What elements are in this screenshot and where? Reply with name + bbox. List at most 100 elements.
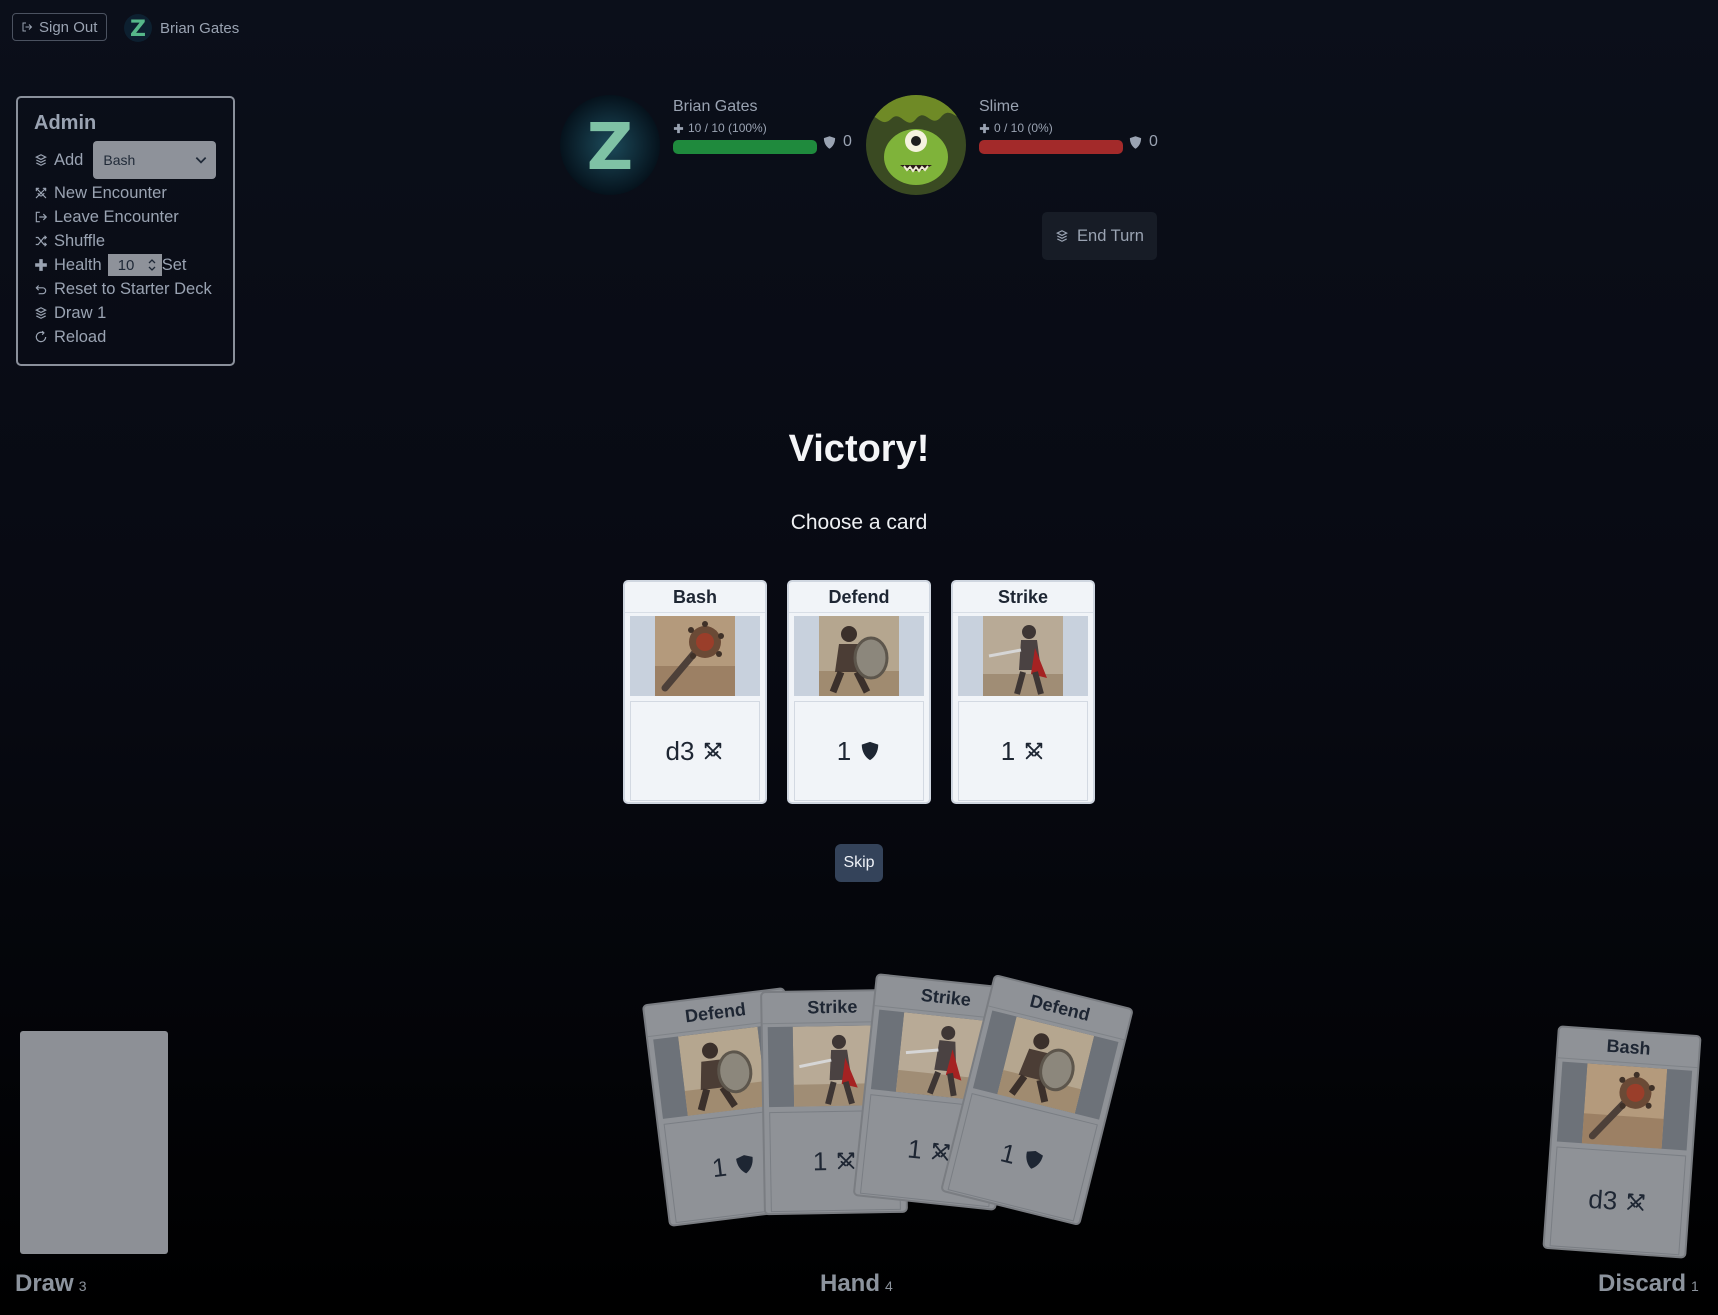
reload-icon [35,330,47,343]
swords-icon [835,1150,857,1172]
discard-pile-count: 1 [1691,1278,1699,1294]
card-value: 1 [997,1136,1019,1170]
swords-icon [34,186,48,200]
shuffle-button[interactable]: Shuffle [34,229,217,253]
shield-icon [733,1152,758,1177]
discard-pile-label: Discard 1 [1598,1270,1699,1298]
card-value: 1 [1000,735,1016,766]
shield-icon [1020,1147,1047,1174]
player-portrait: Z [560,95,660,195]
shield-icon [1128,135,1143,150]
set-health-button[interactable]: Set [162,256,187,275]
health-input[interactable]: 10 [107,254,162,276]
discard-pile-title: Discard [1598,1270,1687,1297]
player-hp-text: 10 / 10 (100%) [688,121,767,135]
add-card-select[interactable]: Bash [93,141,217,179]
swords-icon [1023,740,1045,762]
add-card-select-value: Bash [103,152,136,168]
undo-icon [35,285,47,295]
admin-title: Admin [34,112,97,134]
draw-one-button[interactable]: Draw 1 [34,301,217,325]
card-value: d3 [665,735,695,766]
card-art [958,616,1088,696]
player-name: Brian Gates [673,98,758,115]
draw-pile-label: Draw 3 [15,1270,86,1298]
svg-text:Z: Z [130,17,146,42]
draw-pile-title: Draw [15,1270,74,1297]
chevron-down-icon [196,157,207,164]
card-art [1556,1061,1693,1151]
admin-panel: Admin Add Bash New Encounter Leave Encou… [16,96,235,366]
user-menu[interactable]: Z Brian Gates [124,14,239,42]
enemy-stats: Slime 0 / 10 (0%) [979,98,1123,154]
cards-icon [34,153,48,167]
player-block: 0 [822,133,852,151]
card-effect: 1 [794,701,924,801]
card-title: Defend [789,582,929,613]
enemy-hp: 0 / 10 (0%) [979,121,1123,135]
new-encounter-button[interactable]: New Encounter [34,181,217,205]
shield-icon [822,135,837,150]
new-encounter-label: New Encounter [54,183,167,202]
enemy-block-value: 0 [1149,133,1158,150]
enemy-portrait[interactable] [866,95,966,195]
card-value: 1 [812,1145,828,1176]
swords-icon [1625,1190,1648,1213]
draw-pile[interactable] [20,1031,168,1254]
end-turn-button[interactable]: End Turn [1042,212,1157,260]
card-effect: 1 [958,701,1088,801]
card-art [794,616,924,696]
card-value: 1 [710,1151,729,1183]
discard-top-card[interactable]: Bash d3 [1542,1025,1702,1259]
exit-icon [35,211,48,223]
reset-deck-label: Reset to Starter Deck [54,279,212,298]
skip-button[interactable]: Skip [835,844,883,882]
plus-icon [673,123,684,134]
hand-label: Hand 4 [820,1270,893,1298]
enemy-hp-text: 0 / 10 (0%) [994,121,1053,135]
admin-add-row: Add Bash [34,139,217,181]
health-row: Health 10 Set [34,253,217,277]
shuffle-label: Shuffle [54,231,106,250]
health-input-value: 10 [117,256,135,274]
health-label: Health [54,255,102,274]
enemy-health-bar [979,140,1123,154]
user-avatar: Z [124,14,152,42]
svg-text:Z: Z [587,111,633,185]
plus-icon [979,123,990,134]
reset-deck-button[interactable]: Reset to Starter Deck [34,277,217,301]
reload-label: Reload [54,327,107,346]
choose-card-prompt: Choose a card [790,511,928,534]
user-name: Brian Gates [160,19,240,37]
swords-icon [702,740,724,762]
cards-icon [34,306,48,320]
draw-one-label: Draw 1 [54,303,107,322]
player-stats: Brian Gates 10 / 10 (100%) [673,98,817,154]
leave-encounter-label: Leave Encounter [54,207,179,226]
enemy-name: Slime [979,98,1020,115]
player-hp: 10 / 10 (100%) [673,121,817,135]
add-card-button[interactable]: Add [54,151,83,170]
card-title: Strike [953,582,1093,613]
card-effect: d3 [1549,1146,1687,1256]
reward-card-defend[interactable]: Defend 1 [787,580,931,804]
sign-out-icon [22,22,33,32]
card-title: Bash [625,582,765,613]
sign-out-label: Sign Out [39,18,98,36]
stepper-icon[interactable] [145,258,159,272]
card-value: 1 [906,1132,924,1165]
end-turn-label: End Turn [1077,226,1144,245]
reload-button[interactable]: Reload [34,325,217,349]
card-value: 1 [836,735,852,766]
player-health-bar [673,140,817,154]
shuffle-icon [35,235,48,247]
reward-card-bash[interactable]: Bash d3 [623,580,767,804]
enemy-block: 0 [1128,133,1158,151]
sign-out-button[interactable]: Sign Out [12,13,108,41]
health-bar-fill [673,140,817,154]
leave-encounter-button[interactable]: Leave Encounter [34,205,217,229]
reward-card-strike[interactable]: Strike 1 [951,580,1095,804]
hand-count: 4 [885,1278,893,1294]
hand-title: Hand [820,1270,880,1297]
card-art [630,616,760,696]
